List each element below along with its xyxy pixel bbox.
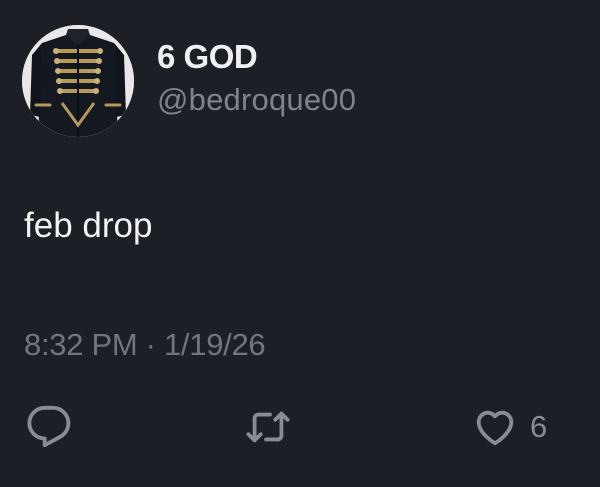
avatar[interactable]: [22, 25, 134, 137]
like-button[interactable]: 6: [472, 405, 547, 449]
heart-icon: [476, 410, 514, 446]
tweet-card[interactable]: 6 GOD @bedroque00 feb drop 8:32 PM · 1/1…: [0, 0, 600, 487]
tweet-timestamp[interactable]: 8:32 PM · 1/19/26: [24, 327, 266, 363]
military-jacket-icon: [22, 25, 134, 137]
like-count: 6: [530, 409, 548, 444]
display-name[interactable]: 6 GOD: [157, 38, 258, 76]
reply-button[interactable]: [26, 405, 72, 449]
user-handle[interactable]: @bedroque00: [157, 82, 356, 118]
tweet-text: feb drop: [24, 206, 153, 245]
retweet-icon: [246, 411, 290, 443]
reply-icon: [27, 405, 71, 448]
tweet-actions: 6: [0, 395, 600, 465]
retweet-button[interactable]: [244, 405, 292, 449]
